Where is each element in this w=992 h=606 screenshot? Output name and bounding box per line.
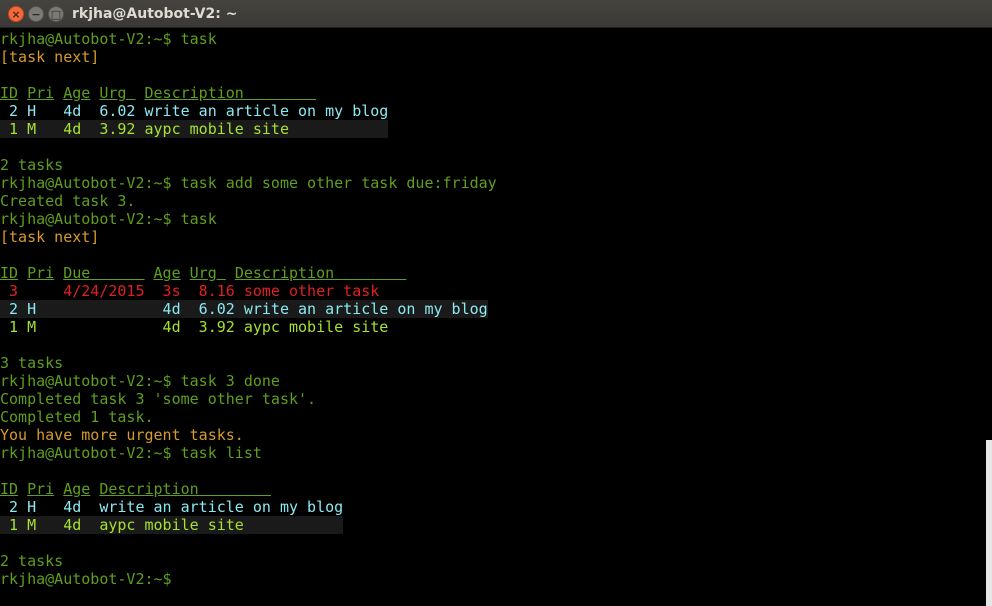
terminal-text: Pri (27, 84, 55, 102)
terminal-text: Age (153, 264, 181, 282)
terminal-text: Urg (189, 264, 226, 282)
terminal-line: [task next] (0, 48, 992, 66)
terminal-text: Description (144, 84, 317, 102)
maximize-window-button[interactable]: □ (48, 6, 64, 22)
terminal-text: 1 M 4d 3.92 aypc mobile site (0, 318, 389, 336)
terminal-text: 2 tasks (0, 156, 64, 174)
terminal-text: ID (0, 264, 19, 282)
terminal-text: 2 H 4d 6.02 write an article on my blog (0, 102, 389, 120)
terminal-line: ID Pri Age Description (0, 480, 992, 498)
terminal-text: Completed task 3 'some other task'. (0, 390, 317, 408)
terminal-text: You have more urgent tasks. (0, 426, 244, 444)
terminal-text: rkjha@Autobot-V2:~$ task 3 done (0, 372, 280, 390)
terminal-line: 2 tasks (0, 156, 992, 174)
terminal-text: Age (63, 480, 91, 498)
terminal-line: Created task 3. (0, 192, 992, 210)
terminal-text: Pri (27, 480, 55, 498)
terminal-line: Completed task 3 'some other task'. (0, 390, 992, 408)
terminal-text: [task next] (0, 48, 100, 66)
terminal-text: 1 M 4d aypc mobile site (0, 516, 344, 534)
terminal-line: rkjha@Autobot-V2:~$ task (0, 30, 992, 48)
terminal-line: 1 M 4d 3.92 aypc mobile site (0, 120, 992, 138)
close-window-button[interactable]: × (8, 6, 24, 22)
terminal-text: ID (0, 84, 19, 102)
terminal-line: 2 H 4d 6.02 write an article on my blog (0, 102, 992, 120)
terminal-text: [task next] (0, 228, 100, 246)
window-titlebar: × − □ rkjha@Autobot-V2: ~ (0, 0, 992, 28)
terminal-text: 2 H 4d write an article on my blog (0, 498, 344, 516)
terminal-line: 1 M 4d 3.92 aypc mobile site (0, 318, 992, 336)
terminal-line: rkjha@Autobot-V2:~$ task list (0, 444, 992, 462)
terminal-output[interactable]: rkjha@Autobot-V2:~$ task [task next] ID Pr… (0, 30, 992, 606)
terminal-line: rkjha@Autobot-V2:~$ task 3 done (0, 372, 992, 390)
terminal-line: rkjha@Autobot-V2:~$ task add some other … (0, 174, 992, 192)
terminal-line: rkjha@Autobot-V2:~$ (0, 570, 992, 588)
terminal-line: 2 H 4d write an article on my blog (0, 498, 992, 516)
terminal-line: 2 H 4d 6.02 write an article on my blog (0, 300, 992, 318)
terminal-line: [task next] (0, 228, 992, 246)
minimize-window-button[interactable]: − (28, 6, 44, 22)
terminal-text: ID (0, 480, 19, 498)
terminal-text: 3 tasks (0, 354, 64, 372)
terminal-line: ID Pri Age Urg Description (0, 84, 992, 102)
terminal-text: Created task 3. (0, 192, 136, 210)
terminal-text: Urg (99, 84, 136, 102)
terminal-text: 1 M 4d 3.92 aypc mobile site (0, 120, 389, 138)
terminal-line: 2 tasks (0, 552, 992, 570)
terminal-text: Age (63, 84, 91, 102)
terminal-line: 3 4/24/2015 3s 8.16 some other task (0, 282, 992, 300)
terminal-text: rkjha@Autobot-V2:~$ task list (0, 444, 262, 462)
terminal-line: rkjha@Autobot-V2:~$ task (0, 210, 992, 228)
terminal-text: Due (63, 264, 145, 282)
terminal-text: 3 4/24/2015 3s 8.16 some other task (0, 282, 380, 300)
terminal-line: ID Pri Due Age Urg Description (0, 264, 992, 282)
terminal-text: rkjha@Autobot-V2:~$ (0, 570, 172, 588)
terminal-line: You have more urgent tasks. (0, 426, 992, 444)
terminal-text: 2 H 4d 6.02 write an article on my blog (0, 300, 488, 318)
terminal-text: 2 tasks (0, 552, 64, 570)
terminal-line: Completed 1 task. (0, 408, 992, 426)
terminal-scrollbar[interactable] (986, 440, 992, 606)
terminal-text: rkjha@Autobot-V2:~$ task (0, 210, 217, 228)
terminal-text: Description (99, 480, 271, 498)
window-title: rkjha@Autobot-V2: ~ (72, 6, 238, 22)
terminal-text: Completed 1 task. (0, 408, 154, 426)
terminal-line: 1 M 4d aypc mobile site (0, 516, 992, 534)
terminal-text: rkjha@Autobot-V2:~$ task add some other … (0, 174, 497, 192)
terminal-text: rkjha@Autobot-V2:~$ task (0, 30, 217, 48)
terminal-text: Description (234, 264, 407, 282)
terminal-text: Pri (27, 264, 55, 282)
terminal-line: 3 tasks (0, 354, 992, 372)
